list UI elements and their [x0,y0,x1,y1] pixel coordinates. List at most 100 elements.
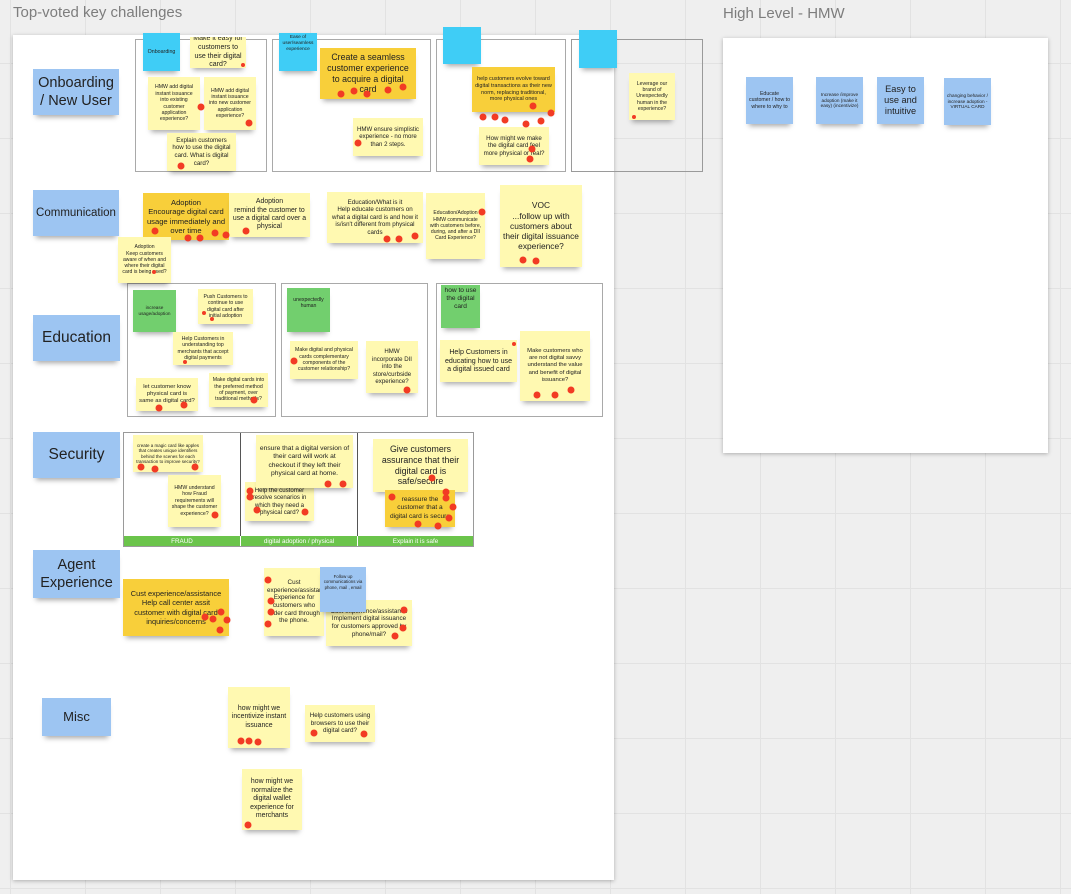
vote-dot [245,119,253,127]
hmw-sticky-note[interactable]: changing behavior / increase adoption - … [944,78,991,125]
sticky-note[interactable]: VOC ...follow up with customers about th… [500,185,582,267]
sticky-note[interactable]: Help Customers in understanding top merc… [173,332,233,365]
vote-dot [137,463,145,471]
vote-dot [522,120,530,128]
vote-dot [246,493,254,501]
vote-dot [201,613,209,621]
sticky-note[interactable]: Education/Adoption HMW communicate with … [426,193,485,259]
sticky-text: changing behavior / increase adoption - … [947,92,988,110]
vote-dot [180,401,188,409]
sticky-text: Help Customers in educating how to use a… [444,348,513,374]
sticky-text: VOC ...follow up with customers about th… [503,200,579,252]
board-title-top-voted[interactable]: Top-voted key challenges [13,4,182,21]
vote-dot [211,511,219,519]
sticky-note[interactable]: How might we make the digital card feel … [479,127,549,165]
row-label-onboarding[interactable]: Onboarding / New User [33,69,119,115]
sticky-note[interactable] [443,27,481,64]
row-label-misc[interactable]: Misc [42,698,111,736]
vote-dot [388,493,396,501]
hmw-sticky-note[interactable]: Educate customer / how to where to why t… [746,77,793,124]
vote-dot [184,234,192,242]
vote-dot [532,257,540,265]
vote-dot [434,522,442,530]
sticky-text: Ease of user/seamless experience [282,35,314,52]
vote-dot [512,342,516,346]
vote-dot [567,386,575,394]
sticky-text: Leverage our brand of Unexpectedly human… [636,80,668,113]
vote-dot [241,63,245,67]
sticky-note[interactable]: HMW add digital instant issuance into ex… [148,77,200,130]
sticky-note[interactable]: Adoption Keep customers aware of when an… [118,237,171,283]
vote-dot [324,480,332,488]
sticky-note[interactable]: HMW understand how Fraud requirements wi… [168,475,221,527]
sticky-note[interactable]: let customer know physical card is same … [136,378,198,411]
vote-dot [267,608,275,616]
row-label-text: Misc [63,708,90,724]
sticky-note[interactable]: Cust experience/assistance Help call cen… [123,579,229,636]
sticky-text: how might we normalize the digital walle… [250,778,294,820]
vote-dot [428,474,436,482]
sticky-text: Adoption remind the customer to use a di… [232,198,307,231]
sticky-text: help customers evolve toward digital tra… [475,76,552,103]
sticky-text: Education/What is it Help educate custom… [332,198,418,236]
sticky-note[interactable]: Onboarding [143,33,180,71]
sticky-note[interactable]: Adoption remind the customer to use a di… [229,193,310,237]
vote-dot [253,506,261,514]
sticky-note[interactable]: Push Customers to continue to use digita… [198,289,253,324]
sticky-note[interactable]: Give customers assurance that their digi… [373,439,468,492]
row-label-text: Onboarding / New User [38,74,114,109]
vote-dot [350,87,358,95]
sticky-note[interactable] [579,30,617,68]
hmw-sticky-note[interactable]: Easy to use and intuitive [877,77,924,124]
sticky-text: Make customers who are not digital savvy… [527,347,583,383]
sticky-note[interactable]: ensure that a digital version of their c… [256,435,353,488]
sticky-text: Increase /improve adoption (make it easy… [820,91,859,109]
sticky-note[interactable]: Ease of user/seamless experience [279,33,317,71]
vote-dot [479,113,487,121]
sticky-text: Make it easy for customers to use their … [193,37,243,68]
sticky-text: Education/Adoption HMW communicate with … [429,210,482,242]
sticky-text: HMW incorporate DII into the store/curbs… [372,348,412,386]
sticky-note[interactable]: Make customers who are not digital savvy… [520,331,590,401]
vote-dot [547,109,555,117]
vote-dot [155,404,163,412]
sticky-note[interactable]: Leverage our brand of Unexpectedly human… [629,73,675,120]
vote-dot [151,465,159,473]
row-label-agent-experience[interactable]: Agent Experience [33,550,120,598]
sticky-text: Adoption Keep customers aware of when an… [122,244,167,276]
sticky-note[interactable]: Make digital and physical cards compleme… [290,341,358,379]
row-label-text: Communication [36,206,116,219]
hmw-sticky-note[interactable]: Increase /improve adoption (make it easy… [816,77,863,124]
sticky-note[interactable]: how to use the digital card [441,285,480,328]
vote-dot [264,620,272,628]
row-label-security[interactable]: Security [33,432,120,478]
row-label-text: Education [42,329,111,347]
vote-dot [442,494,450,502]
vote-dot [414,520,422,528]
sticky-note[interactable]: HMW ensure simplistic experience - no mo… [353,118,423,156]
board-title-high-level[interactable]: High Level - HMW [723,5,845,22]
vote-dot [537,117,545,125]
sticky-note[interactable]: Follow up communications via phone, mail… [320,567,366,612]
sticky-note[interactable]: help customers evolve toward digital tra… [472,67,555,112]
sticky-note[interactable]: unexpectedly human [287,288,330,332]
vote-dot [411,232,419,240]
vote-dot [354,139,362,147]
sticky-text: HMW add digital instant issuance into ne… [208,87,252,120]
sticky-note[interactable]: Education/What is it Help educate custom… [327,192,423,243]
sticky-text: Cust experience/assistance Experience fo… [267,578,324,625]
security-section-fraud: FRAUD [124,536,240,546]
sticky-note[interactable]: Make digital cards into the preferred me… [209,373,268,407]
vote-dot [196,234,204,242]
security-section-explain-safe: Explain it is safe [358,536,473,546]
sticky-note[interactable]: increase usage/adoption [133,290,176,332]
vote-dot [267,597,275,605]
sticky-note[interactable]: Make it easy for customers to use their … [190,37,246,68]
row-label-communication[interactable]: Communication [33,190,119,236]
row-label-text: Security [48,446,105,464]
sticky-note[interactable]: Help Customers in educating how to use a… [440,340,517,382]
sticky-note[interactable]: how might we normalize the digital walle… [242,769,302,830]
sticky-text: how to use the digital card [444,287,477,311]
row-label-education[interactable]: Education [33,315,120,361]
sticky-note[interactable]: HMW incorporate DII into the store/curbs… [366,341,418,393]
